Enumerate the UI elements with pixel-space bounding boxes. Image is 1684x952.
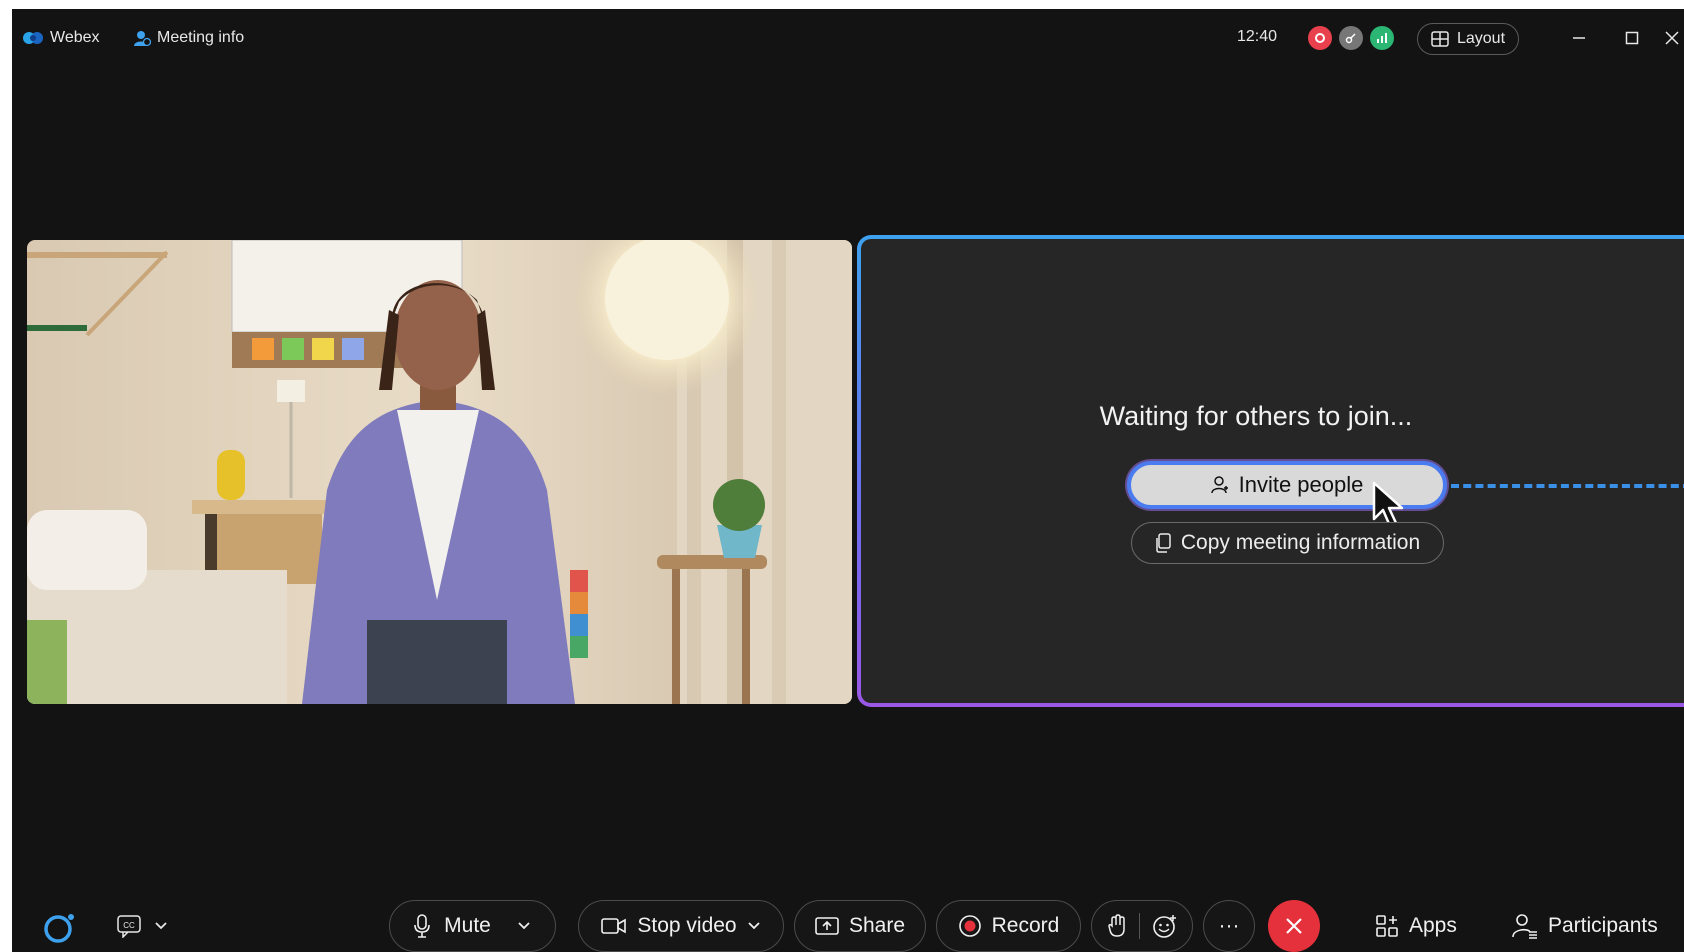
- close-icon: [1286, 918, 1302, 934]
- webex-assistant-button[interactable]: [40, 907, 80, 947]
- share-button[interactable]: Share: [794, 900, 926, 952]
- emoji-reaction-icon[interactable]: [1152, 913, 1178, 939]
- close-icon: [1665, 31, 1679, 45]
- minimize-icon: [1573, 37, 1585, 39]
- divider: [1138, 913, 1140, 939]
- mute-button[interactable]: Mute: [389, 900, 556, 952]
- layout-grid-icon: [1431, 31, 1449, 47]
- mute-label: Mute: [444, 914, 491, 937]
- svg-text:CC: CC: [123, 921, 135, 930]
- title-bar: Webex Meeting info 12:40 Layout: [12, 9, 1684, 67]
- stop-video-button[interactable]: Stop video: [578, 900, 784, 952]
- share-screen-icon: [815, 917, 839, 935]
- add-person-icon: [1210, 476, 1228, 494]
- apps-label: Apps: [1409, 914, 1457, 937]
- meeting-info-icon: [134, 31, 151, 47]
- webex-meeting-window: Webex Meeting info 12:40 Layout Waiting …: [12, 9, 1684, 952]
- layout-button[interactable]: Layout: [1417, 23, 1519, 55]
- apps-button[interactable]: Apps: [1375, 900, 1457, 952]
- maximize-button[interactable]: [1620, 27, 1644, 49]
- more-options-button[interactable]: ···: [1203, 900, 1255, 952]
- stop-video-label: Stop video: [637, 914, 737, 937]
- waiting-panel: Waiting for others to join... Invite peo…: [857, 235, 1684, 707]
- focus-connector-line: [1451, 484, 1684, 488]
- assistant-icon: [44, 914, 74, 943]
- app-name: Webex: [50, 29, 100, 46]
- participants-label: Participants: [1548, 914, 1658, 937]
- close-window-button[interactable]: [1660, 27, 1684, 49]
- participants-icon: [1512, 914, 1537, 939]
- recording-status-icon[interactable]: [1308, 26, 1332, 50]
- closed-captions-icon: CC: [117, 915, 141, 938]
- end-meeting-button[interactable]: [1268, 900, 1320, 952]
- apps-grid-icon: [1376, 915, 1398, 937]
- copy-meeting-info-label: Copy meeting information: [1180, 531, 1421, 554]
- lock-status-icon[interactable]: [1339, 26, 1363, 50]
- record-button[interactable]: Record: [936, 900, 1081, 952]
- webex-app-menu[interactable]: Webex: [22, 27, 100, 49]
- copy-icon: [1156, 533, 1171, 553]
- record-icon: [958, 915, 981, 937]
- webex-logo-icon: [23, 32, 43, 44]
- waiting-message: Waiting for others to join...: [1099, 401, 1413, 431]
- meeting-clock: 12:40: [1237, 28, 1278, 45]
- copy-meeting-info-button[interactable]: Copy meeting information: [1131, 522, 1444, 564]
- network-health-icon[interactable]: [1370, 26, 1394, 50]
- participants-button[interactable]: Participants: [1512, 900, 1658, 952]
- maximize-icon: [1625, 31, 1639, 45]
- meeting-info-label: Meeting info: [157, 29, 245, 46]
- participant-video-image: [27, 240, 852, 704]
- self-video-tile[interactable]: [27, 240, 852, 704]
- meeting-info-button[interactable]: Meeting info: [133, 27, 244, 49]
- chevron-down-icon[interactable]: [747, 921, 761, 931]
- chevron-down-icon: [155, 922, 167, 930]
- chevron-down-icon[interactable]: [517, 921, 531, 931]
- video-camera-icon: [601, 918, 627, 934]
- captions-button[interactable]: CC: [116, 914, 168, 938]
- record-label: Record: [991, 914, 1060, 937]
- microphone-icon: [414, 914, 430, 938]
- share-label: Share: [848, 914, 906, 937]
- raise-hand-icon[interactable]: [1107, 914, 1127, 938]
- minimize-button[interactable]: [1567, 27, 1591, 49]
- more-options-label: ···: [1218, 914, 1240, 937]
- layout-label: Layout: [1456, 30, 1506, 47]
- reactions-group: [1091, 900, 1193, 952]
- invite-people-label: Invite people: [1238, 472, 1364, 497]
